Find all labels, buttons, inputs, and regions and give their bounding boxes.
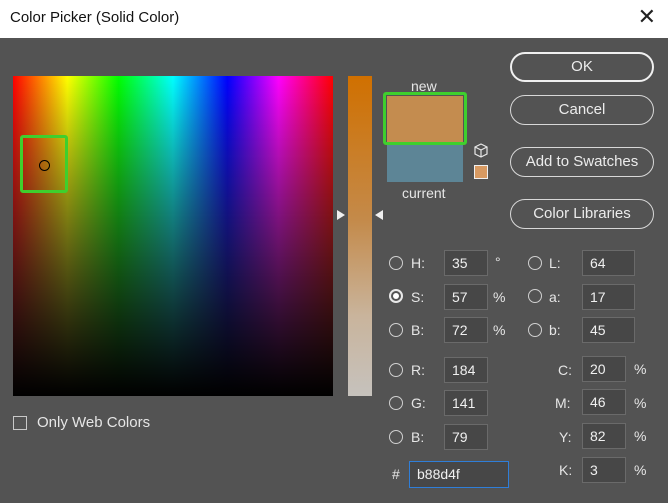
color-field-marker[interactable] bbox=[39, 160, 50, 171]
m-input[interactable]: 46 bbox=[582, 389, 626, 415]
l-input[interactable]: 64 bbox=[582, 250, 635, 276]
hue-slider[interactable] bbox=[348, 76, 372, 396]
radio-h[interactable] bbox=[389, 256, 403, 270]
h-input[interactable]: 35 bbox=[444, 250, 488, 276]
h-label: H: bbox=[411, 255, 425, 271]
g-label: G: bbox=[411, 395, 426, 411]
only-web-colors-checkbox[interactable] bbox=[13, 416, 27, 430]
b-label: B: bbox=[411, 322, 425, 338]
b-input[interactable]: 72 bbox=[444, 317, 488, 343]
close-icon[interactable]: ✕ bbox=[638, 6, 656, 28]
h-unit: ° bbox=[495, 254, 501, 270]
ok-button[interactable]: OK bbox=[510, 52, 654, 82]
rgb-b-input[interactable]: 79 bbox=[444, 424, 488, 450]
k-unit: % bbox=[634, 462, 647, 478]
c-input[interactable]: 20 bbox=[582, 356, 626, 382]
c-label: C: bbox=[558, 362, 572, 378]
rgb-b-label: B: bbox=[411, 429, 425, 445]
radio-l[interactable] bbox=[528, 256, 542, 270]
r-label: R: bbox=[411, 362, 425, 378]
cube-icon[interactable] bbox=[473, 143, 489, 159]
radio-rgb-b[interactable] bbox=[389, 430, 403, 444]
radio-lab-b[interactable] bbox=[528, 323, 542, 337]
lab-b-label: b: bbox=[549, 322, 561, 338]
color-field[interactable] bbox=[13, 76, 333, 396]
a-input[interactable]: 17 bbox=[582, 284, 635, 310]
radio-b[interactable] bbox=[389, 323, 403, 337]
title-bar: Color Picker (Solid Color) ✕ bbox=[0, 0, 668, 38]
current-color-swatch[interactable] bbox=[387, 145, 463, 182]
r-input[interactable]: 184 bbox=[444, 357, 488, 383]
lab-b-input[interactable]: 45 bbox=[582, 317, 635, 343]
new-color-swatch bbox=[387, 96, 463, 142]
s-label: S: bbox=[411, 289, 425, 305]
radio-g[interactable] bbox=[389, 396, 403, 410]
radio-s[interactable] bbox=[389, 289, 403, 303]
web-safe-swatch[interactable] bbox=[474, 165, 488, 179]
s-input[interactable]: 57 bbox=[444, 284, 488, 310]
radio-a[interactable] bbox=[528, 289, 542, 303]
y-input[interactable]: 82 bbox=[582, 423, 626, 449]
y-unit: % bbox=[634, 428, 647, 444]
m-label: M: bbox=[555, 395, 571, 411]
c-unit: % bbox=[634, 361, 647, 377]
only-web-colors-label: Only Web Colors bbox=[37, 414, 151, 431]
y-label: Y: bbox=[559, 429, 572, 445]
slider-handle-left-icon[interactable] bbox=[337, 210, 345, 220]
color-libraries-button[interactable]: Color Libraries bbox=[510, 199, 654, 229]
g-input[interactable]: 141 bbox=[444, 390, 488, 416]
hex-label: # bbox=[392, 466, 400, 482]
b-unit: % bbox=[493, 322, 506, 338]
m-unit: % bbox=[634, 395, 647, 411]
add-to-swatches-button[interactable]: Add to Swatches bbox=[510, 147, 654, 177]
cancel-button[interactable]: Cancel bbox=[510, 95, 654, 125]
current-color-label: current bbox=[402, 185, 446, 201]
radio-r[interactable] bbox=[389, 363, 403, 377]
l-label: L: bbox=[549, 255, 561, 271]
k-input[interactable]: 3 bbox=[582, 457, 626, 483]
window-title: Color Picker (Solid Color) bbox=[10, 9, 180, 26]
k-label: K: bbox=[559, 462, 573, 478]
a-label: a: bbox=[549, 289, 561, 305]
slider-handle-right-icon[interactable] bbox=[375, 210, 383, 220]
hex-input[interactable]: b88d4f bbox=[409, 461, 509, 488]
s-unit: % bbox=[493, 289, 506, 305]
